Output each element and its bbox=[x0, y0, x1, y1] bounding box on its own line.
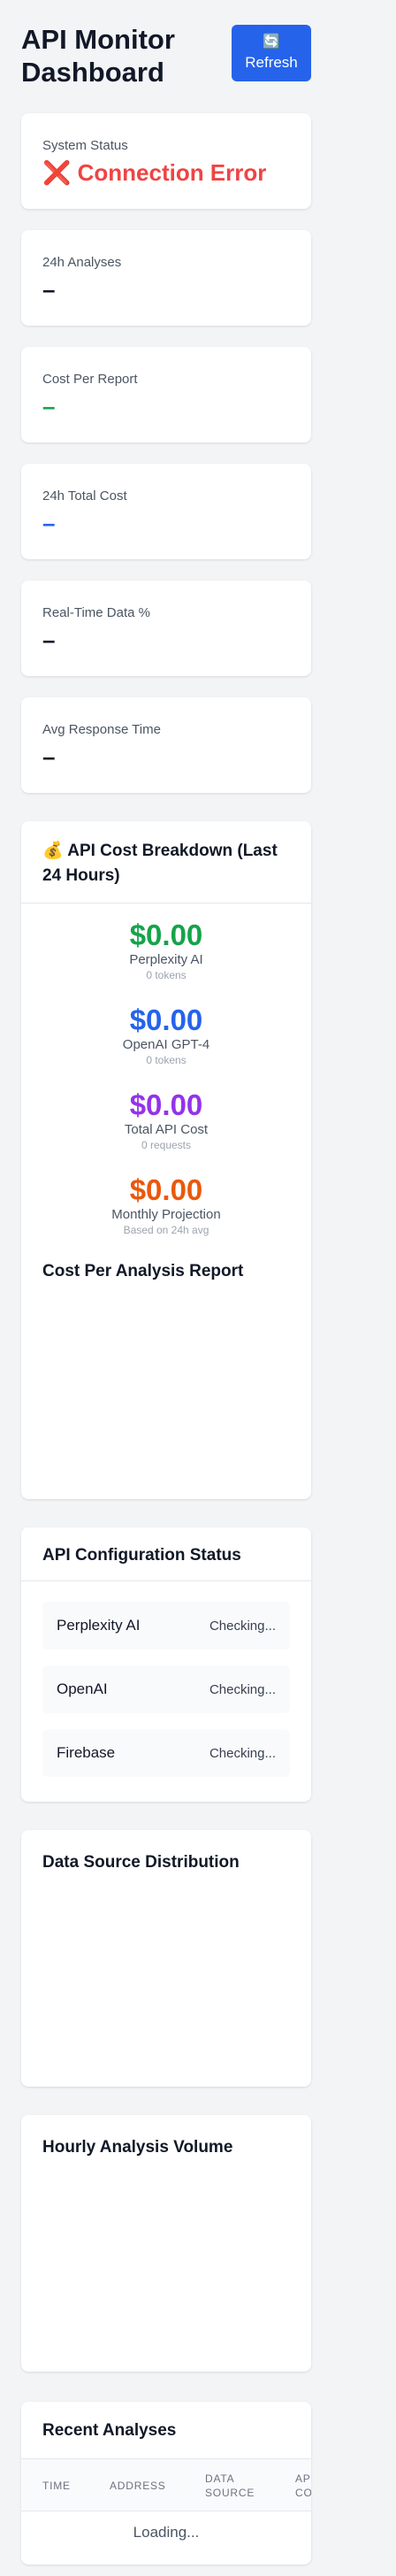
api-config-card: API Configuration Status Perplexity AI C… bbox=[21, 1527, 311, 1802]
cost-sub: Based on 24h avg bbox=[123, 1224, 209, 1236]
hourly-volume-chart-area bbox=[42, 2173, 290, 2350]
cost-name: Total API Cost bbox=[124, 1122, 209, 1137]
refresh-label: Refresh bbox=[245, 54, 298, 71]
config-row-openai: OpenAI Checking... bbox=[42, 1665, 290, 1713]
total-cost-value: – bbox=[42, 510, 56, 536]
config-state: Checking... bbox=[209, 1745, 276, 1761]
stat-label: 24h Total Cost bbox=[42, 488, 127, 504]
table-header-row: Time Address Data Source API Cost bbox=[21, 2458, 311, 2511]
recent-analyses-title: Recent Analyses bbox=[42, 2421, 177, 2440]
stat-label: Avg Response Time bbox=[42, 722, 161, 737]
cost-name: OpenAI GPT-4 bbox=[122, 1037, 210, 1052]
cost-report-title: Cost Per Analysis Report bbox=[42, 1262, 244, 1280]
config-name: Perplexity AI bbox=[57, 1617, 141, 1634]
analyses-value: – bbox=[42, 276, 56, 303]
cost-item-openai: $0.00 OpenAI GPT-4 0 tokens bbox=[21, 1003, 311, 1067]
data-source-title: Data Source Distribution bbox=[42, 1853, 240, 1872]
refresh-button[interactable]: 🔄 Refresh bbox=[232, 25, 311, 81]
config-name: Firebase bbox=[57, 1744, 116, 1761]
cost-item-perplexity: $0.00 Perplexity AI 0 tokens bbox=[21, 919, 311, 982]
column-header-address: Address bbox=[110, 2480, 166, 2492]
loading-text: Loading... bbox=[133, 2524, 200, 2541]
api-config-title: API Configuration Status bbox=[21, 1527, 311, 1581]
column-header-api-cost: API Cost bbox=[295, 2472, 311, 2499]
data-source-card: Data Source Distribution bbox=[21, 1830, 311, 2087]
cost-breakdown-card: 💰 API Cost Breakdown (Last 24 Hours) $0.… bbox=[21, 821, 311, 1499]
response-time-card: Avg Response Time – bbox=[21, 697, 311, 793]
cost-amount: $0.00 bbox=[129, 1088, 203, 1121]
realtime-data-value: – bbox=[42, 627, 56, 653]
refresh-icon: 🔄 bbox=[263, 35, 280, 50]
cost-name: Perplexity AI bbox=[129, 952, 203, 967]
cost-item-monthly: $0.00 Monthly Projection Based on 24h av… bbox=[21, 1173, 311, 1237]
response-time-value: – bbox=[42, 743, 56, 770]
data-source-chart-area bbox=[42, 1888, 290, 2065]
hourly-volume-title: Hourly Analysis Volume bbox=[42, 2138, 233, 2157]
analyses-card: 24h Analyses – bbox=[21, 230, 311, 326]
config-name: OpenAI bbox=[57, 1680, 108, 1697]
cost-breakdown-title: 💰 API Cost Breakdown (Last 24 Hours) bbox=[21, 821, 311, 904]
page-title: API Monitor Dashboard bbox=[21, 24, 175, 88]
system-status-card: System Status ❌ Connection Error bbox=[21, 113, 311, 209]
cost-amount: $0.00 bbox=[129, 1173, 203, 1206]
system-status-value: ❌ Connection Error bbox=[42, 159, 267, 186]
total-cost-card: 24h Total Cost – bbox=[21, 464, 311, 559]
stat-label: 24h Analyses bbox=[42, 255, 122, 270]
realtime-data-card: Real-Time Data % – bbox=[21, 581, 311, 676]
page-header: API Monitor Dashboard 🔄 Refresh bbox=[21, 23, 311, 88]
cost-sub: 0 requests bbox=[141, 1139, 192, 1151]
cost-sub: 0 tokens bbox=[146, 1054, 187, 1066]
config-state: Checking... bbox=[209, 1681, 276, 1697]
column-header-time: Time bbox=[42, 2480, 71, 2492]
config-state: Checking... bbox=[209, 1618, 276, 1634]
cost-amount: $0.00 bbox=[129, 919, 203, 951]
cost-per-report-card: Cost Per Report – bbox=[21, 347, 311, 442]
cost-name: Monthly Projection bbox=[111, 1207, 221, 1222]
cost-amount: $0.00 bbox=[129, 1003, 203, 1036]
config-row-firebase: Firebase Checking... bbox=[42, 1729, 290, 1777]
stat-label: Real-Time Data % bbox=[42, 605, 150, 620]
recent-analyses-card: Recent Analyses Time Address Data Source… bbox=[21, 2402, 311, 2564]
cost-report-chart-area bbox=[42, 1294, 290, 1471]
stat-label: System Status bbox=[42, 138, 128, 153]
hourly-volume-card: Hourly Analysis Volume bbox=[21, 2115, 311, 2372]
config-row-perplexity: Perplexity AI Checking... bbox=[42, 1602, 290, 1649]
cost-sub: 0 tokens bbox=[146, 969, 187, 981]
cost-per-report-value: – bbox=[42, 393, 56, 419]
stat-label: Cost Per Report bbox=[42, 372, 138, 387]
column-header-data-source: Data Source bbox=[205, 2472, 255, 2499]
dashboard-page: API Monitor Dashboard 🔄 Refresh System S… bbox=[0, 0, 396, 2576]
cost-item-total: $0.00 Total API Cost 0 requests bbox=[21, 1088, 311, 1152]
